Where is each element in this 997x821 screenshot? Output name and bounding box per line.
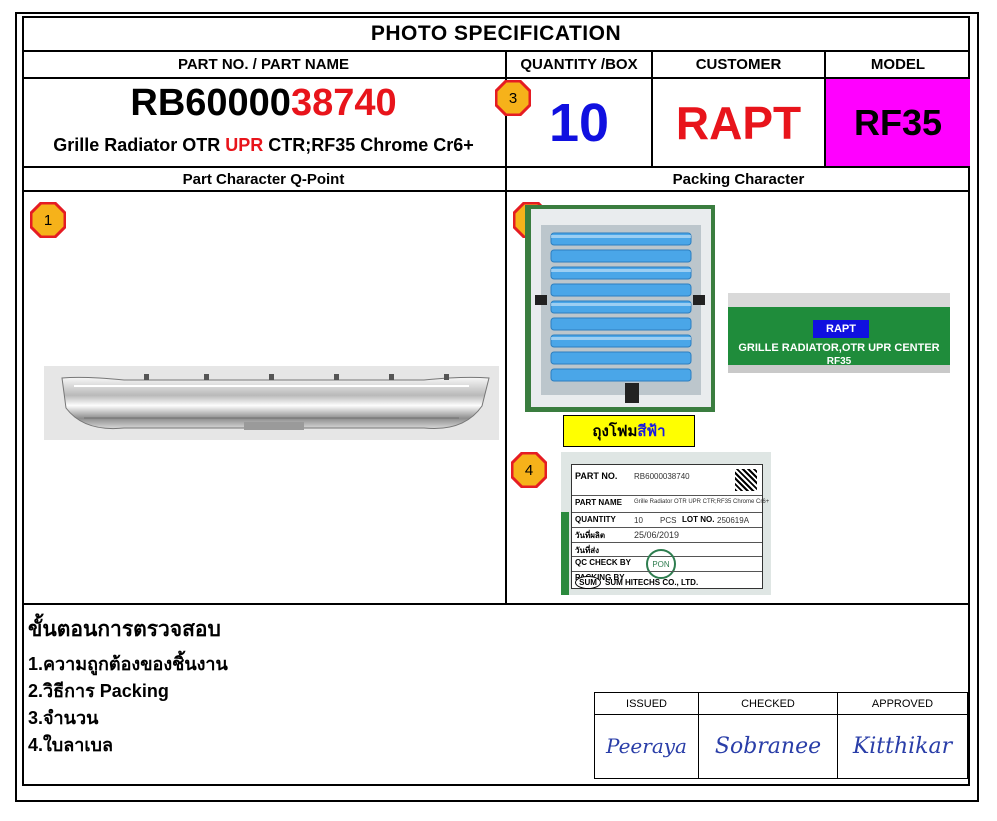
lc-date-val: 25/06/2019 [634, 530, 680, 540]
sign-line1: GRILLE RADIATOR,OTR UPR CENTER [738, 342, 940, 354]
foam-label-a: ถุงโฟม [592, 423, 638, 440]
document-title: PHOTO SPECIFICATION [370, 22, 622, 45]
lc-part-name-key: PART NAME [575, 498, 622, 507]
box-sign-photo: RAPT GRILLE RADIATOR,OTR UPR CENTER RF35 [728, 293, 950, 373]
qc-stamp: PON [646, 549, 676, 579]
header-quantity: QUANTITY /BOX [520, 56, 638, 73]
procedure-item: 1.ความถูกต้องของชิ้นงาน [28, 654, 228, 674]
marker-3-label: 3 [508, 89, 518, 107]
lc-lot-val: 250619A [717, 516, 750, 525]
lc-part-name-val: Grille Radiator OTR UPR CTR;RF35 Chrome … [634, 499, 770, 505]
approved-label: APPROVED [871, 697, 934, 710]
box-edge [561, 512, 569, 595]
lc-part-no-key: PART NO. [575, 471, 618, 481]
lc-pcs: PCS [660, 516, 677, 525]
issued-label: ISSUED [626, 697, 667, 710]
marker-1-icon: 1 [30, 202, 66, 238]
sign-line2: RF35 [826, 355, 852, 367]
customer-value: RAPT [675, 96, 802, 149]
foam-label-b: สีฟ้า [637, 423, 666, 440]
header-model: MODEL [870, 56, 926, 73]
lc-part-no-val: RB6000038740 [634, 472, 690, 481]
model-value: RF35 [826, 79, 970, 166]
part-number: RB60000 38740 [22, 80, 505, 126]
approved-signature: Kitthikar [852, 733, 953, 759]
issued-signature: Peeraya [606, 734, 687, 758]
procedure-title: ขั้นตอนการตรวจสอบ [28, 618, 221, 641]
checked-label: CHECKED [741, 697, 795, 710]
lc-qc-key: QC CHECK BY [575, 558, 632, 567]
lc-quantity-val: 10 [634, 516, 643, 525]
lc-lot-key: LOT NO. [682, 515, 715, 524]
part-number-prefix: RB60000 [130, 81, 291, 124]
lc-company: SUM HITECHS CO., LTD. [605, 578, 699, 587]
divider [22, 190, 970, 192]
header-q-point: Part Character Q-Point [182, 170, 345, 188]
marker-3-icon: 3 [495, 80, 531, 116]
marker-1-label: 1 [43, 211, 53, 229]
foam-bag-label: ถุงโฟม สีฟ้า [563, 415, 695, 447]
procedure-item: 4.ใบลาเบล [28, 735, 113, 755]
sign-customer: RAPT [813, 320, 869, 338]
marker-4-icon: 4 [511, 452, 547, 488]
part-name: Grille Radiator OTR UPR CTR;RF35 Chrome … [22, 130, 505, 160]
part-photo [44, 366, 499, 440]
part-name-b: CTR;RF35 Chrome Cr6+ [263, 134, 474, 155]
qr-code-icon [735, 469, 757, 491]
label-card-photo: PART NO. RB6000038740 PART NAME Grille R… [561, 452, 771, 595]
part-name-a: Grille Radiator OTR [53, 134, 226, 155]
header-customer: CUSTOMER [695, 56, 782, 73]
lc-quantity-key: QUANTITY [575, 515, 616, 524]
part-number-suffix: 38740 [290, 81, 397, 124]
box-photo [525, 205, 715, 412]
marker-4-label: 4 [524, 461, 534, 479]
signoff-table: ISSUED CHECKED APPROVED Peeraya Sobranee… [594, 692, 968, 779]
header-part: PART NO. / PART NAME [177, 56, 350, 73]
header-packing: Packing Character [672, 170, 805, 188]
part-name-red: UPR [225, 134, 264, 155]
checked-signature: Sobranee [714, 733, 822, 759]
label-card: PART NO. RB6000038740 PART NAME Grille R… [571, 464, 769, 589]
procedure-item: 2.วิธีการ Packing [28, 681, 169, 701]
procedure-item: 3.จำนวน [28, 708, 99, 728]
divider [22, 603, 970, 605]
lc-date-key: วันที่ผลิต [575, 531, 606, 540]
sum-logo: SUM [575, 576, 601, 589]
